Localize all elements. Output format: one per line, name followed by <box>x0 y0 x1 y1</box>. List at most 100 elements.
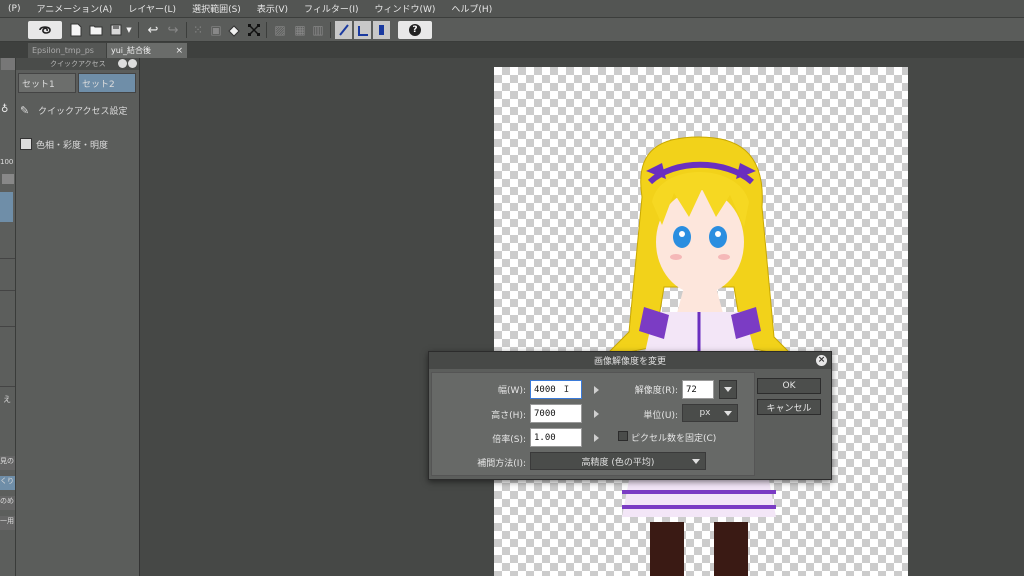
chevron-down-icon <box>724 411 732 416</box>
panel-header: クイックアクセス <box>16 58 139 70</box>
width-value: 4000 <box>534 384 556 395</box>
panel-close-icon[interactable] <box>128 59 137 68</box>
select-icon[interactable]: ⁙ <box>190 21 206 39</box>
divider <box>0 326 15 327</box>
menu-item-help[interactable]: ヘルプ(H) <box>443 2 500 15</box>
divider <box>0 258 15 259</box>
dialog-close-icon[interactable]: × <box>816 355 827 366</box>
document-tab-bar: Epsilon_tmp_ps yui_結合後 × <box>0 42 1024 58</box>
resolution-dropdown-button[interactable] <box>719 380 737 399</box>
separator <box>186 22 187 38</box>
dropdown-icon[interactable]: ▼ <box>125 21 133 39</box>
interpolation-label: 補間方法(I): <box>477 459 526 469</box>
menu-bar: (P) アニメーション(A) レイヤー(L) 選択範囲(S) 表示(V) フィル… <box>0 0 1024 18</box>
dialog-title: 画像解像度を変更 <box>593 357 666 367</box>
unit-dropdown[interactable]: px <box>682 404 738 422</box>
height-link-arrow-icon <box>594 410 599 418</box>
brush-icon[interactable]: ♁ <box>1 104 15 118</box>
help-icon[interactable]: ? <box>398 21 432 39</box>
new-file-icon[interactable] <box>68 21 84 39</box>
height-value: 7000 <box>534 408 556 419</box>
quick-access-settings-item[interactable]: ✎ クイックアクセス設定 <box>20 102 136 118</box>
tab-close-icon[interactable]: × <box>175 46 183 56</box>
tool-button[interactable] <box>1 58 15 70</box>
active-tool-highlight[interactable] <box>0 192 13 222</box>
canvas-document[interactable] <box>494 67 908 576</box>
character-illustration <box>602 136 796 576</box>
ok-label: OK <box>782 381 796 391</box>
item-label: クイックアクセス設定 <box>38 106 128 117</box>
cancel-label: キャンセル <box>766 403 812 414</box>
quick-access-panel: クイックアクセス セット1 セット2 ✎ クイックアクセス設定 色相・彩度・明度 <box>16 58 140 576</box>
chevron-down-icon <box>724 387 732 392</box>
command-bar: ▼ ↩ ↪ ⁙ ▣ ▨ ▦ ▥ ? <box>0 18 1024 42</box>
tab-yui[interactable]: yui_結合後 × <box>107 43 187 58</box>
fix-pixels-checkbox[interactable] <box>618 431 628 441</box>
width-link-arrow-icon <box>594 386 599 394</box>
snap-icon[interactable]: ▥ <box>310 21 326 39</box>
strip-item[interactable]: 見の <box>0 456 15 470</box>
cancel-button[interactable]: キャンセル <box>757 399 821 415</box>
transform-icon[interactable]: ▣ <box>208 21 224 39</box>
tab-epsilon[interactable]: Epsilon_tmp_ps <box>28 43 106 58</box>
separator <box>266 22 267 38</box>
unit-value: px <box>699 408 711 418</box>
divider <box>0 386 15 387</box>
undo-icon[interactable]: ↩ <box>144 21 162 39</box>
zoom-value: 100 <box>0 158 14 166</box>
set-tab-label: セット2 <box>82 79 115 90</box>
menu-item-layer[interactable]: レイヤー(L) <box>120 2 184 15</box>
menu-item-view[interactable]: 表示(V) <box>249 2 296 15</box>
menu-item-animation[interactable]: アニメーション(A) <box>28 2 120 15</box>
width-label: 幅(W): <box>498 386 526 396</box>
set-tab-1[interactable]: セット1 <box>18 73 76 93</box>
panel-minimize-icon[interactable] <box>118 59 127 68</box>
menu-item-filter[interactable]: フィルター(I) <box>296 2 367 15</box>
hsv-item[interactable]: 色相・彩度・明度 <box>20 136 136 152</box>
crop-icon[interactable] <box>246 21 262 39</box>
snap-special-icon[interactable] <box>354 21 371 39</box>
wrench-icon: ✎ <box>20 103 30 117</box>
save-icon[interactable] <box>108 21 124 39</box>
resolution-label: 解像度(R): <box>634 386 678 396</box>
ruler-icon[interactable]: ▨ <box>272 21 288 39</box>
unit-label: 単位(U): <box>643 411 678 421</box>
redo-icon[interactable]: ↪ <box>164 21 182 39</box>
height-field[interactable]: 7000 <box>530 404 582 423</box>
panel-title: クイックアクセス <box>50 60 106 68</box>
snap-grid-icon[interactable] <box>373 21 390 39</box>
strip-item[interactable]: くり <box>0 476 15 490</box>
resolution-field[interactable]: 72 <box>682 380 714 399</box>
fill-icon[interactable] <box>226 21 242 39</box>
divider <box>0 290 15 291</box>
open-folder-icon[interactable] <box>88 21 104 39</box>
strip-label: え <box>3 395 11 404</box>
scale-link-arrow-icon <box>594 434 599 442</box>
fix-pixels-label[interactable]: ピクセル数を固定(C) <box>631 431 716 444</box>
interpolation-dropdown[interactable]: 高精度 (色の平均) <box>530 452 706 470</box>
menu-item-p[interactable]: (P) <box>0 4 28 14</box>
dialog-titlebar[interactable]: 画像解像度を変更 × <box>429 352 831 369</box>
ok-button[interactable]: OK <box>757 378 821 394</box>
text-cursor-icon: I <box>563 384 570 395</box>
separator <box>138 22 139 38</box>
tool-strip: ♁ 100 え 見の くり のめ 一用 <box>0 58 16 576</box>
height-label: 高さ(H): <box>491 411 526 421</box>
separator <box>330 22 331 38</box>
strip-item[interactable]: 一用 <box>0 516 15 530</box>
scale-field[interactable]: 1.00 <box>530 428 582 447</box>
guide-icon[interactable]: ▦ <box>292 21 308 39</box>
change-resolution-dialog: 画像解像度を変更 × 幅(W): 4000 I 高さ(H): 7000 倍率(S… <box>428 351 832 480</box>
interpolation-value: 高精度 (色の平均) <box>581 457 655 468</box>
width-field[interactable]: 4000 I <box>530 380 582 399</box>
menu-item-selection[interactable]: 選択範囲(S) <box>184 2 249 15</box>
strip-item[interactable]: のめ <box>0 496 15 510</box>
menu-item-window[interactable]: ウィンドウ(W) <box>367 2 444 15</box>
snap-ruler-icon[interactable] <box>335 21 352 39</box>
tab-label: yui_結合後 <box>111 46 152 55</box>
set-tab-2[interactable]: セット2 <box>78 73 136 93</box>
clipstudio-icon[interactable] <box>28 21 62 39</box>
set-tab-label: セット1 <box>22 79 55 90</box>
grid-toggle-icon[interactable] <box>2 174 14 184</box>
hsv-icon <box>20 138 32 150</box>
